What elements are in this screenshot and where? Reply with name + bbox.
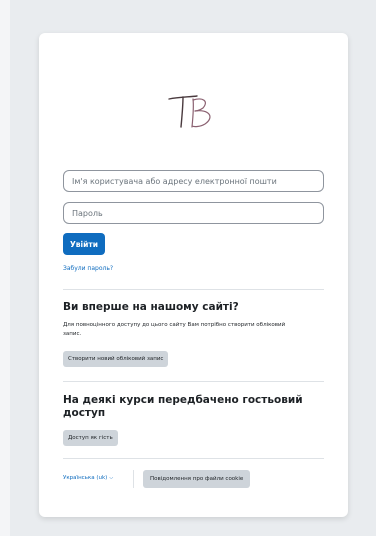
username-input[interactable] — [63, 170, 324, 192]
login-button[interactable]: Увійти — [63, 233, 105, 255]
divider — [63, 381, 324, 382]
create-account-button[interactable]: Створити новий обліковий запис — [63, 351, 169, 367]
divider — [63, 289, 324, 290]
first-time-description: Для повноцінного доступу до цього сайту … — [63, 322, 286, 337]
password-input[interactable] — [63, 202, 324, 224]
guest-login-button[interactable]: Доступ як гість — [63, 430, 118, 446]
login-card: Увійти Забули пароль? Ви вперше на нашом… — [39, 33, 348, 517]
language-selector[interactable]: Українська (uk) ⌵ — [63, 475, 113, 481]
first-time-heading: Ви вперше на нашому сайті? — [63, 301, 239, 313]
guest-access-heading: На деякі курси передбачено гостьовий дос… — [63, 394, 303, 419]
chevron-down-icon: ⌵ — [109, 475, 114, 481]
tb-logo-icon — [167, 95, 211, 128]
site-logo — [39, 91, 348, 131]
forgot-password-link[interactable]: Забули пароль? — [63, 265, 113, 272]
language-label: Українська (uk) — [63, 475, 108, 481]
page-edge — [0, 0, 10, 536]
divider — [63, 458, 324, 459]
footer-separator — [133, 470, 134, 488]
cookie-notice-button[interactable]: Повідомлення про файли cookie — [143, 470, 251, 488]
